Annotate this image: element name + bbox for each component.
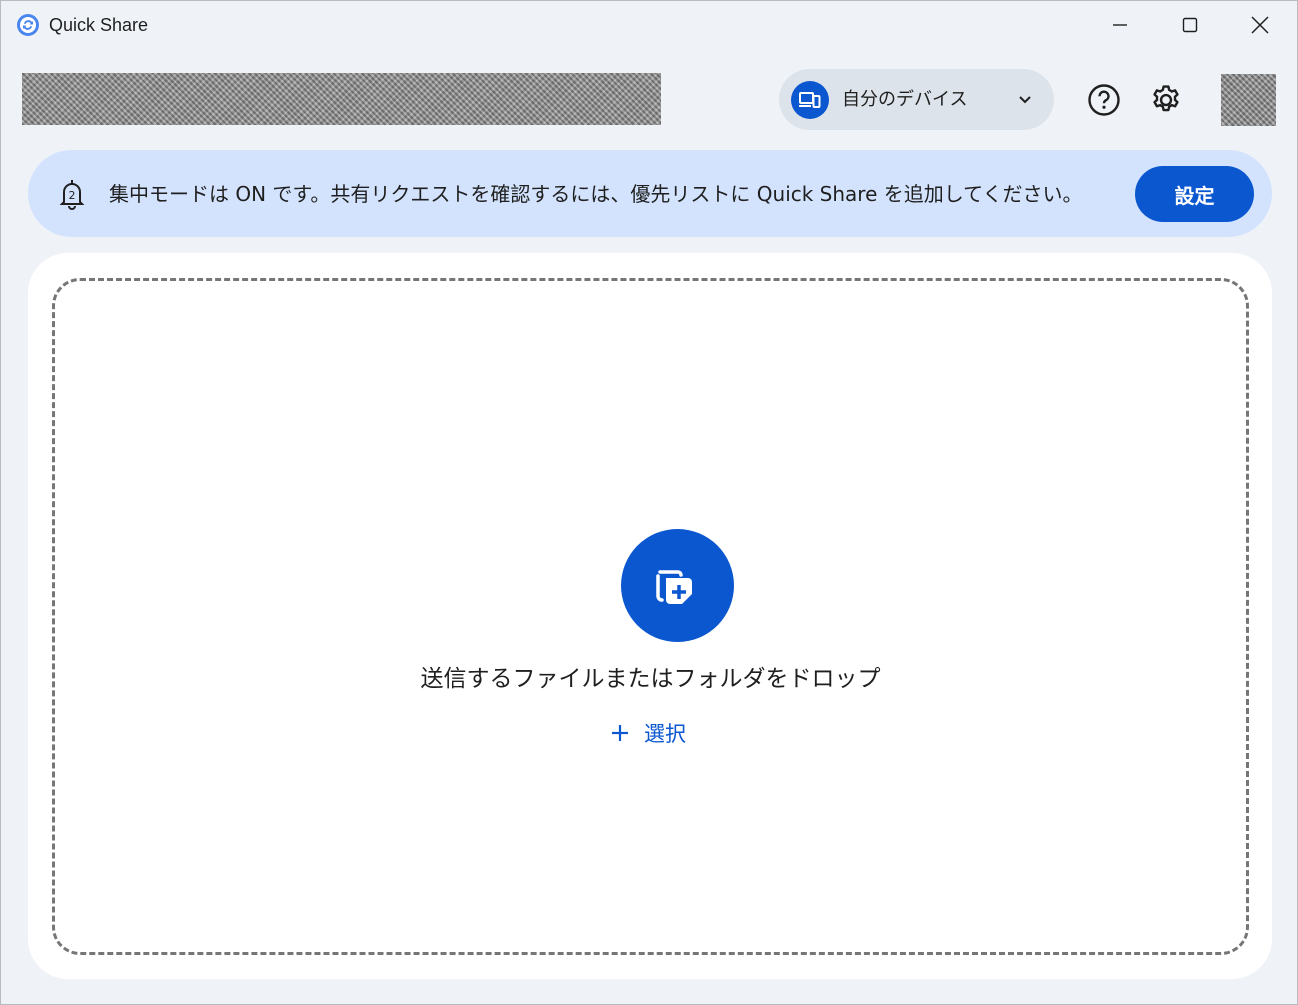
devices-icon [791,81,829,119]
banner-message: 集中モードは ON です。共有リクエストを確認するには、優先リストに Quick… [109,182,1083,206]
quick-share-app-icon [16,13,40,37]
help-circle-icon [1088,84,1120,116]
do-not-disturb-bell-icon: 2 [58,178,86,210]
plus-icon [612,725,628,741]
maximize-icon [1182,17,1198,33]
send-card: 送信するファイルまたはフォルダをドロップ 選択 [28,253,1272,979]
focus-settings-button[interactable]: 設定 [1135,166,1254,222]
help-button[interactable] [1083,79,1125,121]
select-files-button[interactable]: 選択 [610,718,686,748]
gear-icon [1153,85,1179,112]
window-title: Quick Share [49,15,149,35]
file-dropzone[interactable]: 送信するファイルまたはフォルダをドロップ 選択 [52,278,1249,955]
chevron-down-icon [1013,87,1037,111]
svg-text:2: 2 [69,189,76,202]
add-files-icon [621,529,734,642]
minimize-icon [1113,24,1127,26]
device-selector-label: 自分のデバイス [842,89,968,110]
settings-button[interactable] [1145,79,1187,121]
device-visibility-selector[interactable]: 自分のデバイス [779,69,1054,130]
avatar[interactable] [1221,74,1276,126]
account-name-redacted [22,73,661,125]
title-bar: Quick Share [1,1,1297,49]
dropzone-instruction: 送信するファイルまたはフォルダをドロップ [420,666,881,692]
focus-mode-banner: 2 集中モードは ON です。共有リクエストを確認するには、優先リストに Qui… [28,150,1272,237]
close-button[interactable] [1225,1,1295,49]
select-files-label: 選択 [644,722,686,746]
close-icon [1251,16,1269,34]
minimize-button[interactable] [1085,1,1155,49]
app-window: Quick Share 自分のデバイス 2 集中モードは ON です。共有リクエ… [0,0,1298,1005]
maximize-button[interactable] [1155,1,1225,49]
